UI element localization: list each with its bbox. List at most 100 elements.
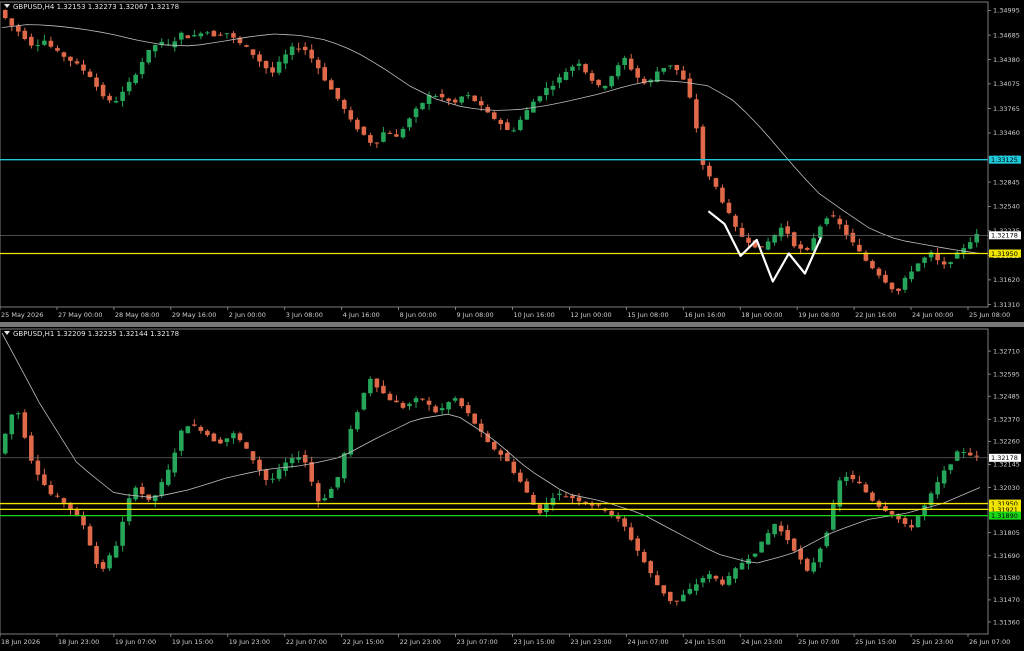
candle-body [674, 64, 680, 71]
h4-chart-svg[interactable]: 1.34995 1.34685 1.34380 1.34075 1.33765 1.334… [0, 0, 1024, 322]
candle-body [270, 478, 275, 480]
candle-body [68, 56, 73, 61]
candle-body [16, 413, 21, 415]
candle-body [244, 442, 249, 449]
candle-body [74, 509, 80, 516]
dropdown-triangle-icon[interactable] [4, 4, 10, 8]
price-tag-label: 1.32178 [991, 454, 1018, 462]
candle-body [791, 538, 797, 551]
x-tick-label: 9 Jun 08:00 [457, 311, 494, 319]
candle-body [394, 400, 399, 403]
candle-body [922, 505, 927, 516]
candle-body [915, 516, 921, 528]
candle-body [61, 498, 67, 503]
candle-body [759, 541, 764, 553]
y-tick-label: 1.34995 [993, 7, 1020, 15]
candle-body [87, 71, 93, 77]
candle-body [289, 457, 295, 464]
candle-body [413, 398, 419, 403]
dropdown-triangle-icon[interactable] [4, 331, 10, 335]
candle-body [544, 87, 549, 96]
candle-body [668, 65, 673, 67]
candle-body [100, 84, 106, 97]
y-tick-label: 1.32845 [993, 178, 1020, 186]
x-tick-label: 28 May 08:00 [115, 311, 160, 319]
candle-body [42, 474, 47, 485]
candle-body [746, 237, 751, 243]
candle-body [179, 32, 184, 40]
candle-body [9, 18, 15, 26]
candle-body [42, 40, 47, 45]
candle-body [152, 45, 158, 52]
x-tick-label: 22 Jun 16:00 [855, 311, 896, 319]
candle-body [172, 452, 178, 473]
candle-body [576, 497, 582, 502]
candle-body [498, 120, 504, 125]
h4-chart-pane[interactable]: 1.34995 1.34685 1.34380 1.34075 1.33765 1.334… [0, 0, 1024, 322]
candle-body [322, 67, 328, 81]
h1-chart-pane[interactable]: 1.32710 1.32595 1.32485 1.32370 1.32260 1.321… [0, 327, 1024, 651]
candle-body [850, 232, 856, 243]
candle-body [661, 585, 667, 594]
candle-body [257, 459, 262, 471]
candle-body [87, 526, 93, 546]
h1-chart-svg[interactable]: 1.32710 1.32595 1.32485 1.32370 1.32260 1.321… [0, 327, 1024, 651]
candle-body [309, 49, 314, 59]
candle-body [433, 406, 438, 413]
candle-body [224, 33, 230, 35]
x-tick-label: 10 Jun 16:00 [513, 311, 554, 319]
x-tick-label: 16 Jun 16:00 [684, 311, 725, 319]
candle-body [713, 178, 719, 187]
candle-body [889, 282, 895, 290]
candle-body [661, 67, 667, 72]
candle-body [948, 464, 953, 471]
candle-body [368, 378, 373, 394]
candle-body [491, 441, 497, 450]
candle-body [16, 25, 21, 32]
candle-body [511, 461, 517, 473]
candle-body [231, 433, 236, 439]
candle-body [733, 568, 738, 579]
y-tick-label: 1.31690 [993, 552, 1020, 560]
candle-body [726, 575, 732, 585]
candle-body [94, 546, 99, 565]
candle-body [844, 224, 849, 235]
x-tick-label: 23 Jun 23:00 [570, 638, 611, 646]
candle-body [387, 132, 393, 134]
candle-body [185, 426, 191, 434]
candle-body [472, 413, 477, 424]
candle-body [609, 510, 614, 516]
candle-body [570, 66, 575, 71]
candle-body [94, 77, 99, 87]
candle-body [505, 122, 510, 130]
candle-body [368, 135, 373, 143]
x-tick-label: 25 May 2026 [1, 311, 43, 319]
y-tick-label: 1.32540 [993, 203, 1020, 211]
y-tick-label: 1.32260 [993, 438, 1020, 446]
candle-body [570, 495, 575, 499]
candle-body [772, 234, 777, 243]
candle-body [374, 378, 380, 388]
candle-body [61, 52, 67, 57]
candle-body [739, 563, 745, 570]
candle-body [654, 575, 660, 586]
candle-body [270, 67, 275, 73]
candle-body [694, 584, 699, 591]
candle-body [518, 119, 523, 130]
y-tick-label: 1.31470 [993, 596, 1020, 604]
candle-body [726, 202, 732, 213]
candle-body [459, 398, 464, 407]
candle-body [589, 503, 595, 506]
x-tick-label: 12 Jun 00:00 [570, 311, 611, 319]
candle-body [954, 451, 960, 461]
candle-body [452, 398, 458, 401]
x-tick-label: 22 Jun 15:00 [343, 638, 384, 646]
y-tick-label: 1.31360 [993, 618, 1020, 626]
price-tag-label: 1.32178 [991, 232, 1018, 240]
candle-body [198, 426, 204, 431]
candle-body [355, 412, 360, 430]
candle-body [244, 45, 249, 47]
pattern-zigzag-line [707, 210, 823, 283]
x-tick-label: 25 Jun 23:00 [912, 638, 953, 646]
candle-body [433, 96, 438, 98]
